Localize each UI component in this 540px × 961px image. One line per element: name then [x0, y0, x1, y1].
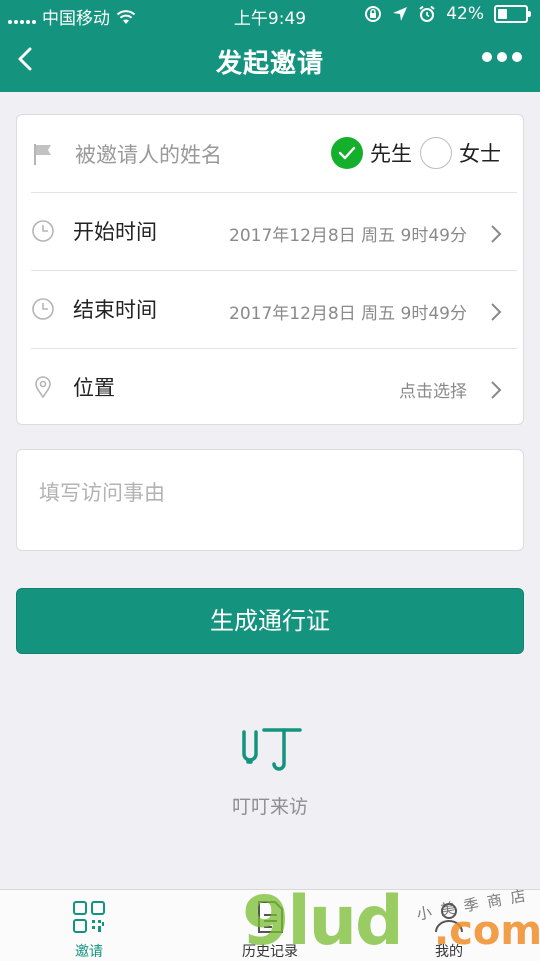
battery-fill — [498, 9, 507, 19]
invitee-name-input[interactable]: 被邀请人的姓名 — [75, 139, 222, 169]
visit-reason-textarea[interactable]: 填写访问事由 — [16, 449, 524, 551]
rotation-lock-icon — [365, 6, 382, 22]
tab-invite[interactable]: 邀请 — [29, 890, 149, 961]
brand-logo-icon — [242, 728, 302, 771]
alarm-icon — [419, 5, 435, 22]
end-time-value: 2017年12月8日 周五 9时49分 — [229, 304, 467, 324]
invitee-name-row: 被邀请人的姓名 先生 女士 — [17, 115, 525, 192]
location-label: 位置 — [73, 376, 115, 400]
radio-empty-icon[interactable] — [420, 137, 452, 169]
clock-icon — [32, 220, 54, 242]
tab-mine-label: 我的 — [435, 944, 463, 960]
start-time-label: 开始时间 — [73, 220, 157, 244]
location-value: 点击选择 — [399, 382, 467, 402]
chevron-right-icon[interactable] — [489, 301, 503, 323]
status-bar: 中国移动 上午9:49 42% — [0, 0, 540, 30]
brand-name: 叮叮来访 — [231, 796, 308, 818]
start-time-value: 2017年12月8日 周五 9时49分 — [229, 226, 467, 246]
tab-history-label: 历史记录 — [242, 944, 298, 960]
location-pin-icon — [35, 376, 51, 399]
more-dots-icon[interactable] — [482, 52, 522, 62]
chevron-right-icon[interactable] — [489, 223, 503, 245]
qr-code-icon — [73, 901, 105, 933]
document-icon — [258, 901, 283, 933]
gender-label-ms: 女士 — [459, 142, 501, 166]
end-time-label: 结束时间 — [73, 298, 157, 322]
gender-selector: 先生 女士 — [331, 137, 509, 169]
battery-percent: 42% — [446, 4, 484, 24]
tab-mine[interactable]: 我的 — [389, 890, 509, 961]
location-row[interactable]: 位置 点击选择 — [17, 348, 525, 425]
location-arrow-icon — [393, 7, 408, 21]
page-title: 发起邀请 — [215, 49, 324, 79]
nav-bar: 发起邀请 — [0, 30, 540, 92]
invite-form-card: 被邀请人的姓名 先生 女士 开始时间 2017年12月8日 周五 9时49分 结… — [16, 114, 524, 425]
check-icon[interactable] — [331, 137, 363, 169]
gender-label-mr: 先生 — [370, 142, 412, 166]
flag-icon — [34, 144, 51, 165]
gender-option-ms[interactable]: 女士 — [420, 137, 509, 169]
clock-icon — [32, 298, 54, 320]
chevron-right-icon[interactable] — [489, 379, 503, 401]
tab-history[interactable]: 历史记录 — [210, 890, 330, 961]
person-icon — [435, 903, 463, 933]
battery-icon — [494, 5, 531, 23]
tab-bar: 邀请 历史记录 我的 — [0, 889, 540, 961]
generate-pass-button[interactable]: 生成通行证 — [16, 588, 524, 654]
tab-invite-label: 邀请 — [75, 944, 103, 960]
visit-reason-placeholder: 填写访问事由 — [39, 481, 165, 505]
status-right: 42% — [364, 4, 531, 24]
gender-option-mr[interactable]: 先生 — [331, 137, 420, 169]
end-time-row[interactable]: 结束时间 2017年12月8日 周五 9时49分 — [17, 270, 525, 347]
start-time-row[interactable]: 开始时间 2017年12月8日 周五 9时49分 — [17, 192, 525, 269]
